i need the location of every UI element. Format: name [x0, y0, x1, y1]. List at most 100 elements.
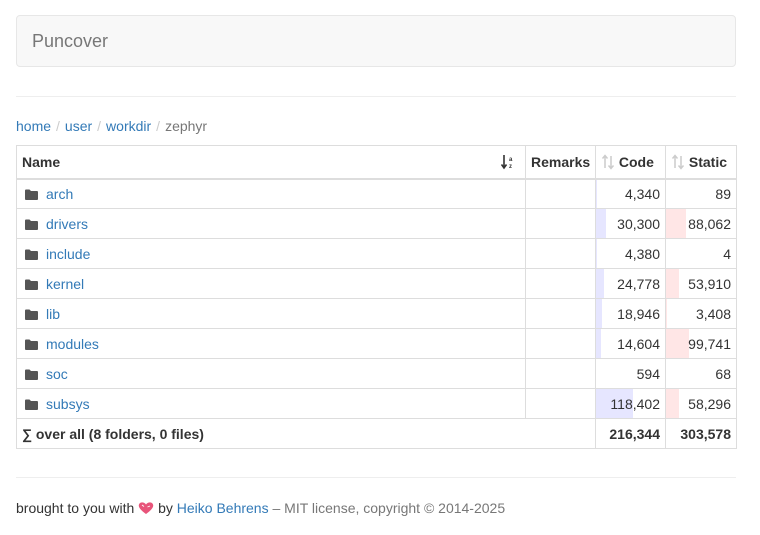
table-total-row: ∑ over all (8 folders, 0 files) 216,344 … — [16, 418, 737, 449]
remarks-cell — [525, 208, 596, 239]
static-value: 99,741 — [688, 335, 731, 352]
footer-prefix: brought to you with — [16, 500, 135, 516]
folder-link[interactable]: drivers — [46, 216, 88, 232]
remarks-cell — [525, 298, 596, 329]
total-static: 303,578 — [665, 418, 737, 449]
breadcrumb: home / user / workdir / zephyr — [16, 118, 207, 134]
code-value: 594 — [636, 365, 660, 382]
static-cell: 99,741 — [665, 328, 737, 359]
static-cell: 88,062 — [665, 208, 737, 239]
static-cell: 53,910 — [665, 268, 737, 299]
code-cell: 4,340 — [595, 178, 666, 209]
code-value: 4,380 — [624, 245, 660, 262]
column-header-code-label: Code — [618, 153, 654, 170]
name-cell: modules — [16, 328, 526, 359]
code-cell: 4,380 — [595, 238, 666, 269]
remarks-cell — [525, 268, 596, 299]
static-value: 88,062 — [688, 215, 731, 232]
remarks-cell — [525, 178, 596, 209]
static-value: 53,910 — [688, 275, 731, 292]
static-cell: 3,408 — [665, 298, 737, 329]
sort-alpha-asc-icon: az — [501, 154, 515, 170]
code-value: 18,946 — [617, 305, 660, 322]
folder-link[interactable]: arch — [46, 186, 73, 202]
breadcrumb-separator: / — [56, 118, 60, 134]
table-row: include 4,380 4 — [16, 238, 737, 269]
code-cell: 594 — [595, 358, 666, 389]
name-cell: soc — [16, 358, 526, 389]
code-value: 14,604 — [617, 335, 660, 352]
column-header-static-label: Static — [688, 153, 728, 170]
folder-link[interactable]: subsys — [46, 396, 90, 412]
code-size-bar — [596, 329, 601, 358]
table-row: soc 594 68 — [16, 358, 737, 389]
folder-link[interactable]: modules — [46, 336, 99, 352]
total-label: ∑ over all (8 folders, 0 files) — [16, 418, 596, 449]
code-size-bar — [596, 209, 606, 238]
divider — [16, 96, 736, 97]
code-value: 24,778 — [617, 275, 660, 292]
static-size-bar — [666, 389, 680, 418]
code-cell: 24,778 — [595, 268, 666, 299]
code-cell: 118,402 — [595, 388, 666, 419]
column-header-remarks-label: Remarks — [531, 153, 591, 170]
static-value: 68 — [715, 365, 731, 382]
footer-by: by — [158, 500, 173, 516]
table-row: drivers 30,300 88,062 — [16, 208, 737, 239]
remarks-cell — [525, 328, 596, 359]
name-cell: kernel — [16, 268, 526, 299]
sort-icon — [601, 154, 615, 170]
column-header-static[interactable]: Static — [665, 145, 737, 180]
breadcrumb-separator: / — [97, 118, 102, 134]
divider — [16, 477, 736, 478]
folder-icon — [25, 309, 38, 320]
name-cell: arch — [16, 178, 526, 209]
table-row: kernel 24,778 53,910 — [16, 268, 737, 299]
column-header-remarks[interactable]: Remarks — [525, 145, 596, 180]
folder-link[interactable]: kernel — [46, 276, 84, 292]
author-link[interactable]: Heiko Behrens — [177, 500, 269, 516]
code-value: 30,300 — [617, 215, 660, 232]
total-code: 216,344 — [595, 418, 666, 449]
static-value: 4 — [723, 245, 731, 262]
static-cell: 68 — [665, 358, 737, 389]
table-row: arch 4,340 89 — [16, 178, 737, 209]
folder-link[interactable]: include — [46, 246, 90, 262]
footer: brought to you with by Heiko Behrens – M… — [16, 500, 505, 516]
folder-link[interactable]: soc — [46, 366, 68, 382]
static-cell: 4 — [665, 238, 737, 269]
column-header-name[interactable]: Name az — [16, 145, 526, 180]
heart-icon — [138, 502, 154, 514]
svg-text:a: a — [509, 157, 513, 163]
static-size-bar — [666, 269, 679, 298]
brand-title[interactable]: Puncover — [32, 31, 108, 51]
code-cell: 14,604 — [595, 328, 666, 359]
static-value: 89 — [715, 185, 731, 202]
folder-icon — [25, 399, 38, 410]
code-size-bar — [596, 179, 598, 208]
folder-icon — [25, 189, 38, 200]
breadcrumb-user[interactable]: user — [65, 118, 92, 134]
static-size-bar — [666, 329, 690, 358]
folder-icon — [25, 219, 38, 230]
code-value: 118,402 — [610, 395, 660, 412]
table-row: subsys 118,402 58,296 — [16, 388, 737, 419]
breadcrumb-current: zephyr — [165, 118, 208, 134]
folder-link[interactable]: lib — [46, 306, 60, 322]
table-row: modules 14,604 99,741 — [16, 328, 737, 359]
name-cell: lib — [16, 298, 526, 329]
code-size-bar — [596, 299, 603, 328]
static-cell: 89 — [665, 178, 737, 209]
table-header-row: Name az Remarks Code Static — [16, 145, 737, 180]
column-header-code[interactable]: Code — [595, 145, 666, 180]
navbar: Puncover — [16, 15, 736, 67]
breadcrumb-home[interactable]: home — [16, 118, 51, 134]
remarks-cell — [525, 388, 596, 419]
column-header-name-label: Name — [22, 153, 61, 170]
code-cell: 18,946 — [595, 298, 666, 329]
svg-text:z: z — [509, 164, 512, 170]
code-size-bar — [596, 269, 604, 298]
breadcrumb-workdir[interactable]: workdir — [106, 118, 151, 134]
remarks-cell — [525, 238, 596, 269]
folder-icon — [25, 249, 38, 260]
